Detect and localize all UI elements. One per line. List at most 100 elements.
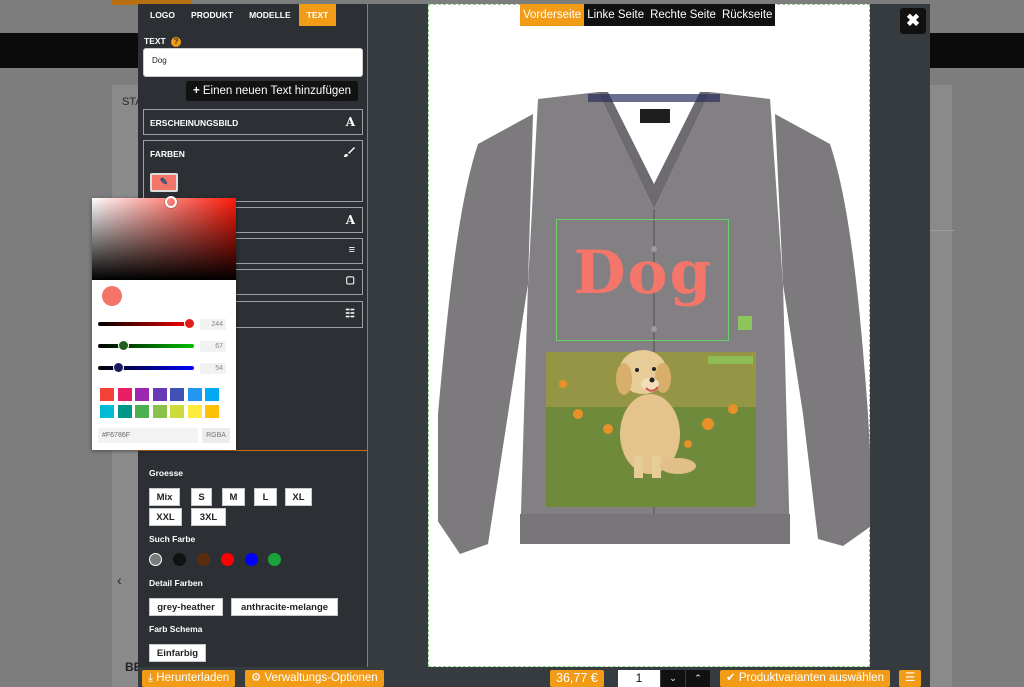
color-dot-blue[interactable] xyxy=(245,553,258,566)
square-icon: ▢ xyxy=(345,275,355,286)
align-icon: ≡ xyxy=(348,244,355,256)
color-dot-brown[interactable] xyxy=(197,553,210,566)
view-tab-left[interactable]: Linke Seite xyxy=(584,4,647,26)
scheme-chip-einfarbig[interactable]: Einfarbig xyxy=(149,644,206,662)
chevron-down-icon[interactable]: ⌄ xyxy=(661,670,685,687)
color-dot-green[interactable] xyxy=(268,553,281,566)
download-button[interactable]: ⤓ Herunterladen xyxy=(142,670,236,687)
view-tab-back[interactable]: Rückseite xyxy=(719,4,776,26)
brush-icon xyxy=(343,146,355,161)
detail-chip-grey-heather[interactable]: grey-heather xyxy=(149,598,223,616)
preset-swatch[interactable] xyxy=(187,405,202,418)
design-text[interactable]: Dog xyxy=(561,238,726,308)
preset-swatch[interactable] xyxy=(152,405,167,418)
font-icon: A xyxy=(345,115,355,129)
text-label: TEXT xyxy=(144,36,166,46)
select-variants-button[interactable]: ✔ Produktvarianten auswählen xyxy=(720,670,890,687)
add-text-button[interactable]: + Einen neuen Text hinzufügen xyxy=(186,81,358,101)
color-preview xyxy=(102,286,122,306)
preset-swatch[interactable] xyxy=(135,388,149,401)
green-slider-knob[interactable] xyxy=(117,340,129,351)
preset-swatch[interactable] xyxy=(205,405,219,418)
sliders-icon: ☷ xyxy=(345,308,355,320)
size-chip-l[interactable]: L xyxy=(254,488,277,506)
color-dot-grey[interactable] xyxy=(149,553,162,566)
eyedropper-icon: ✎ xyxy=(159,177,169,188)
blue-slider[interactable] xyxy=(98,362,194,373)
hex-input[interactable]: #F6786F xyxy=(98,428,198,443)
size-chip-mix[interactable]: Mix xyxy=(149,488,180,506)
red-slider[interactable] xyxy=(98,318,196,329)
plus-icon: + xyxy=(192,85,200,97)
preset-swatch[interactable] xyxy=(170,388,184,401)
size-chip-xl[interactable]: XL xyxy=(285,488,312,506)
download-icon: ⤓ xyxy=(148,672,154,684)
view-tab-right[interactable]: Rechte Seite xyxy=(647,4,719,26)
preset-swatch[interactable] xyxy=(117,388,132,401)
saturation-handle[interactable] xyxy=(165,196,177,208)
designer-modal: LOGO PRODUKT MODELLE TEXT TEXT ? + Einen… xyxy=(138,4,930,687)
preset-swatch[interactable] xyxy=(117,405,132,418)
colors-accordion[interactable]: FARBEN ✎ xyxy=(143,140,363,202)
red-slider-knob[interactable] xyxy=(184,318,196,329)
red-value[interactable]: 244 xyxy=(200,319,226,330)
blue-value[interactable]: 54 xyxy=(200,363,226,374)
bottom-toolbar: ⤓ Herunterladen ⚙ Verwaltungs-Optionen 3… xyxy=(138,667,930,687)
detail-chip-anthracite-melange[interactable]: anthracite-melange xyxy=(231,598,338,616)
preset-swatch[interactable] xyxy=(100,405,114,418)
download-label: Herunterladen xyxy=(156,672,230,684)
preset-swatch[interactable] xyxy=(170,405,184,418)
admin-options-button[interactable]: ⚙ Verwaltungs-Optionen xyxy=(245,670,384,687)
green-value[interactable]: 67 xyxy=(200,341,226,352)
price-badge: 36,77 € xyxy=(550,670,604,687)
tool-tabs: LOGO PRODUKT MODELLE TEXT xyxy=(142,4,367,26)
size-chip-3xl[interactable]: 3XL xyxy=(191,508,226,526)
size-chip-m[interactable]: M xyxy=(222,488,245,506)
saturation-value-area[interactable] xyxy=(92,196,236,280)
view-tabs: Vorderseite Linke Seite Rechte Seite Rüc… xyxy=(520,4,776,26)
bg-divider xyxy=(930,230,954,231)
blue-slider-knob[interactable] xyxy=(112,362,124,373)
scheme-label: Farb Schema xyxy=(149,624,203,634)
tab-text[interactable]: TEXT xyxy=(298,4,337,26)
menu-button[interactable]: ☰ xyxy=(899,670,922,687)
colors-label: FARBEN xyxy=(150,149,185,159)
size-chip-s[interactable]: S xyxy=(191,488,212,506)
size-chip-xxl[interactable]: XXL xyxy=(149,508,182,526)
color-picker: 244 67 54 #F6786F RGBA xyxy=(92,196,236,450)
gear-icon: ⚙ xyxy=(251,672,262,684)
tab-produkt[interactable]: PRODUKT xyxy=(183,4,242,26)
add-text-label: Einen neuen Text hinzufügen xyxy=(202,85,352,97)
quantity-input[interactable]: 1 xyxy=(618,670,660,687)
preset-swatch[interactable] xyxy=(205,388,219,401)
view-tab-front[interactable]: Vorderseite xyxy=(520,4,585,26)
select-variants-label: Produktvarianten auswählen xyxy=(738,672,884,684)
detail-colors-label: Detail Farben xyxy=(149,578,203,588)
preset-swatches xyxy=(100,388,224,418)
preset-swatch[interactable] xyxy=(135,405,149,418)
check-circle-icon: ✔ xyxy=(726,672,736,684)
close-button[interactable]: ✖ xyxy=(900,8,926,34)
appearance-accordion[interactable]: ERSCHEINUNGSBILD A xyxy=(143,109,363,135)
chevron-up-icon[interactable]: ⌃ xyxy=(686,670,710,687)
preset-swatch[interactable] xyxy=(187,388,202,401)
help-icon[interactable]: ? xyxy=(171,37,182,47)
appearance-label: ERSCHEINUNGSBILD xyxy=(150,118,239,128)
color-swatch-button[interactable]: ✎ xyxy=(150,173,178,192)
text-input[interactable] xyxy=(143,48,363,77)
panel-divider xyxy=(138,450,368,451)
color-dot-red[interactable] xyxy=(221,553,234,566)
color-search-label: Such Farbe xyxy=(149,534,196,544)
admin-options-label: Verwaltungs-Optionen xyxy=(264,672,378,684)
bg-chevron-left-icon: ‹ xyxy=(117,572,122,588)
tab-logo[interactable]: LOGO xyxy=(142,4,184,26)
tab-modelle[interactable]: MODELLE xyxy=(241,4,299,26)
rgba-toggle-button[interactable]: RGBA xyxy=(202,428,230,443)
preset-swatch[interactable] xyxy=(152,388,167,401)
preset-swatch[interactable] xyxy=(100,388,114,401)
text-section-label: TEXT ? xyxy=(144,36,182,47)
font-size-icon: A xyxy=(345,213,355,227)
color-dot-black[interactable] xyxy=(173,553,186,566)
size-label: Groesse xyxy=(149,468,184,478)
green-slider[interactable] xyxy=(98,340,194,351)
